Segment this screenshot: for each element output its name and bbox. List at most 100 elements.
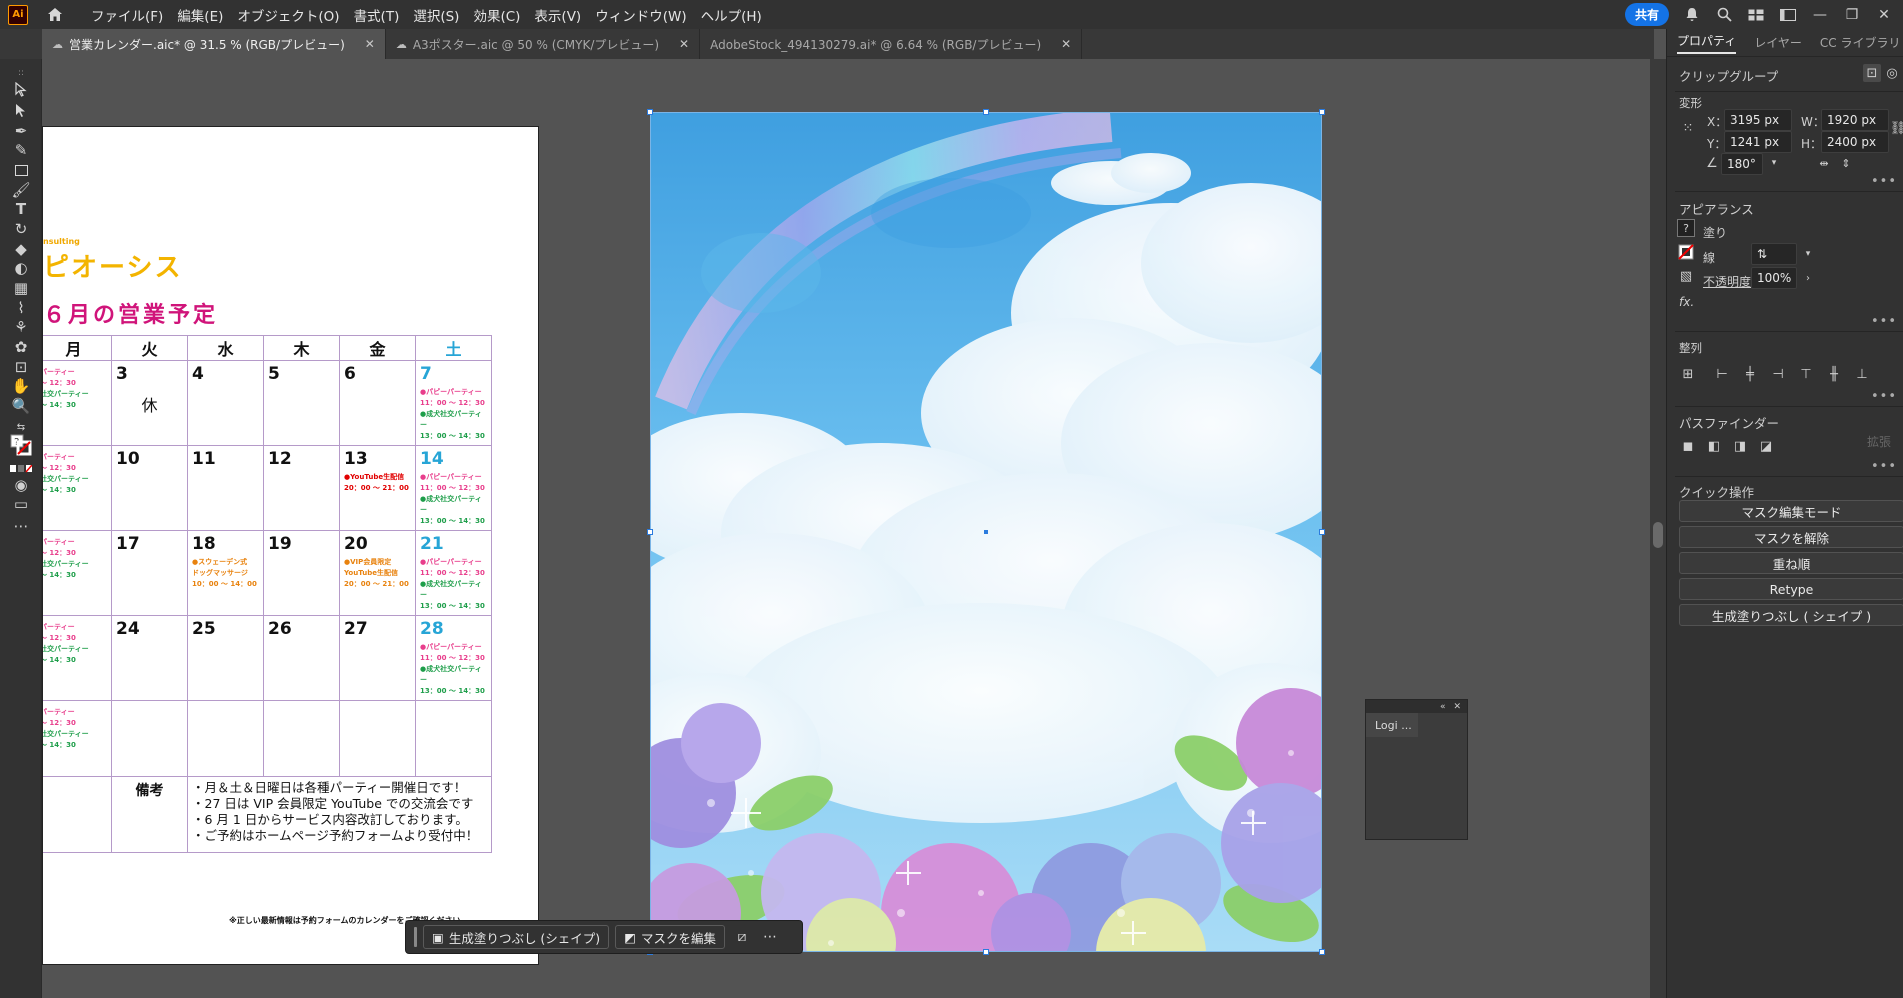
fx-button[interactable]: fx. <box>1679 295 1694 309</box>
generative-fill-button[interactable]: ▣ 生成塗りつぶし (シェイプ) <box>423 925 610 949</box>
reference-point-icon[interactable]: ⁙ <box>1679 119 1697 137</box>
rectangle-tool-icon[interactable] <box>10 160 32 180</box>
opacity-field[interactable]: 100% <box>1751 267 1797 289</box>
more-options-icon[interactable]: ⋯ <box>759 926 781 948</box>
menu-item[interactable]: 効果(C) <box>466 5 527 25</box>
minimize-icon[interactable]: — <box>1811 6 1829 24</box>
workspace-icon[interactable] <box>1779 6 1797 24</box>
more-appearance-icon[interactable]: ••• <box>1871 314 1897 329</box>
curvature-tool-icon[interactable]: ✎ <box>10 140 32 160</box>
flip-horizontal-icon[interactable]: ⇹ <box>1815 154 1833 172</box>
y-field[interactable]: 1241 px <box>1724 131 1792 153</box>
search-icon[interactable] <box>1715 6 1733 24</box>
direct-selection-tool-icon[interactable] <box>10 100 32 120</box>
blend-tool-icon[interactable]: ⚘ <box>10 317 32 337</box>
edit-contents-icon[interactable]: ◎ <box>1883 64 1901 82</box>
fill-stroke-icon[interactable]: ? <box>10 434 32 456</box>
selection-handle[interactable] <box>983 109 989 115</box>
stroke-weight-field[interactable]: ⇅ <box>1751 243 1797 265</box>
menu-item[interactable]: ヘルプ(H) <box>694 5 769 25</box>
unite-icon[interactable]: ◼ <box>1679 437 1697 455</box>
collapse-icon[interactable]: « <box>1440 702 1446 712</box>
mask-edit-mode-button[interactable]: マスク編集モード <box>1679 500 1903 522</box>
menu-item[interactable]: 選択(S) <box>406 5 466 25</box>
align-vertical-center-icon[interactable]: ╫ <box>1825 365 1843 383</box>
eraser-tool-icon[interactable]: ◆ <box>10 239 32 259</box>
selection-handle[interactable] <box>1319 949 1325 955</box>
grip-handle[interactable] <box>414 927 417 947</box>
w-field[interactable]: 1920 px <box>1821 109 1889 131</box>
menu-item[interactable]: ウィンドウ(W) <box>588 5 693 25</box>
calendar-artboard[interactable]: nsulting ピオーシス ６月の営業予定 月火水木金土 パーティー ～ 12：… <box>42 126 539 965</box>
selection-tool-icon[interactable] <box>10 79 32 99</box>
menu-item[interactable]: オブジェクト(O) <box>230 5 346 25</box>
gradient-tool-icon[interactable]: ▦ <box>10 278 32 298</box>
close-icon[interactable]: ✕ <box>365 37 375 51</box>
tab-layers[interactable]: レイヤー <box>1754 34 1802 51</box>
retype-button[interactable]: Retype <box>1679 578 1903 600</box>
pen-tool-icon[interactable]: ✒ <box>10 121 32 141</box>
selection-handle[interactable] <box>1319 529 1325 535</box>
align-top-icon[interactable]: ⊤ <box>1797 365 1815 383</box>
exclude-icon[interactable]: ◪ <box>1757 437 1775 455</box>
tab-adobestock[interactable]: AdobeStock_494130279.ai* @ 6.64 % (RGB/プ… <box>700 29 1083 59</box>
isolate-icon[interactable]: ⊡ <box>1863 64 1881 82</box>
expand-button[interactable]: 拡張 <box>1867 433 1891 450</box>
more-tools-icon[interactable]: ⋯ <box>10 516 32 536</box>
draw-mode-icon[interactable]: ◉ <box>10 475 32 495</box>
tab-poster[interactable]: ☁ A3ポスター.aic @ 50 % (CMYK/プレビュー) ✕ <box>385 29 701 59</box>
align-to-icon[interactable]: ⊞ <box>1679 365 1697 383</box>
flip-vertical-icon[interactable]: ⇕ <box>1837 154 1855 172</box>
release-mask-icon[interactable]: ⧄ <box>731 926 753 948</box>
fill-swatch-icon[interactable]: ? <box>1677 219 1695 237</box>
more-pathfinder-icon[interactable]: ••• <box>1871 459 1897 474</box>
align-left-icon[interactable]: ⊢ <box>1713 365 1731 383</box>
stroke-swatch-icon[interactable] <box>1677 243 1695 261</box>
restore-icon[interactable]: ❐ <box>1843 6 1861 24</box>
edit-mask-button[interactable]: ◩ マスクを編集 <box>615 925 725 949</box>
tab-properties[interactable]: プロパティ <box>1677 32 1737 54</box>
tab-calendar[interactable]: ☁ 営業カレンダー.aic* @ 31.5 % (RGB/プレビュー) ✕ <box>42 29 386 59</box>
logi-tab[interactable]: Logi ... <box>1366 713 1418 737</box>
menu-item[interactable]: 書式(T) <box>347 5 407 25</box>
h-field[interactable]: 2400 px <box>1821 131 1889 153</box>
menu-item[interactable]: 編集(E) <box>170 5 230 25</box>
generative-fill-shape-button[interactable]: 生成塗りつぶし ( シェイプ ) <box>1679 604 1903 626</box>
selection-handle[interactable] <box>1319 109 1325 115</box>
home-icon[interactable] <box>44 4 66 26</box>
arrange-documents-icon[interactable] <box>1747 6 1765 24</box>
canvas[interactable]: nsulting ピオーシス ６月の営業予定 月火水木金土 パーティー ～ 12：… <box>42 59 1654 998</box>
eyedropper-tool-icon[interactable]: ⌇ <box>10 298 32 318</box>
align-right-icon[interactable]: ⊣ <box>1769 365 1787 383</box>
selection-handle[interactable] <box>647 109 653 115</box>
menu-item[interactable]: 表示(V) <box>527 5 588 25</box>
zoom-tool-icon[interactable]: 🔍 <box>10 396 32 416</box>
release-mask-button[interactable]: マスクを解除 <box>1679 526 1903 548</box>
x-field[interactable]: 3195 px <box>1724 109 1792 131</box>
hand-tool-icon[interactable]: ✋ <box>10 376 32 396</box>
selection-handle[interactable] <box>647 529 653 535</box>
vertical-scrollbar[interactable] <box>1650 59 1666 998</box>
close-icon[interactable]: ✕ <box>1061 37 1071 51</box>
chevron-down-icon[interactable]: ▾ <box>1799 245 1817 263</box>
opacity-label[interactable]: 不透明度 <box>1703 273 1751 290</box>
selection-handle[interactable] <box>983 949 989 955</box>
align-bottom-icon[interactable]: ⊥ <box>1853 365 1871 383</box>
constrain-proportions-icon[interactable]: ⛓ <box>1889 119 1903 137</box>
bell-icon[interactable] <box>1683 6 1701 24</box>
close-icon[interactable]: ✕ <box>1453 702 1461 712</box>
screen-mode-icon[interactable]: ▭ <box>10 494 32 514</box>
type-tool-icon[interactable]: T <box>10 199 32 219</box>
align-horizontal-center-icon[interactable]: ╪ <box>1741 365 1759 383</box>
paintbrush-tool-icon[interactable]: 🖌 <box>10 180 32 200</box>
close-window-icon[interactable]: ✕ <box>1875 6 1893 24</box>
stepper-icon[interactable]: ⇅ <box>1757 247 1767 261</box>
arrange-button[interactable]: 重ね順 <box>1679 552 1903 574</box>
shape-builder-tool-icon[interactable]: ◐ <box>10 258 32 278</box>
more-transform-icon[interactable]: ••• <box>1871 174 1897 189</box>
menu-item[interactable]: ファイル(F) <box>84 5 170 25</box>
share-button[interactable]: 共有 <box>1624 3 1669 26</box>
tab-cc-libraries[interactable]: CC ライブラリ <box>1820 34 1901 51</box>
rotate-tool-icon[interactable]: ↻ <box>10 219 32 239</box>
close-icon[interactable]: ✕ <box>679 37 689 51</box>
